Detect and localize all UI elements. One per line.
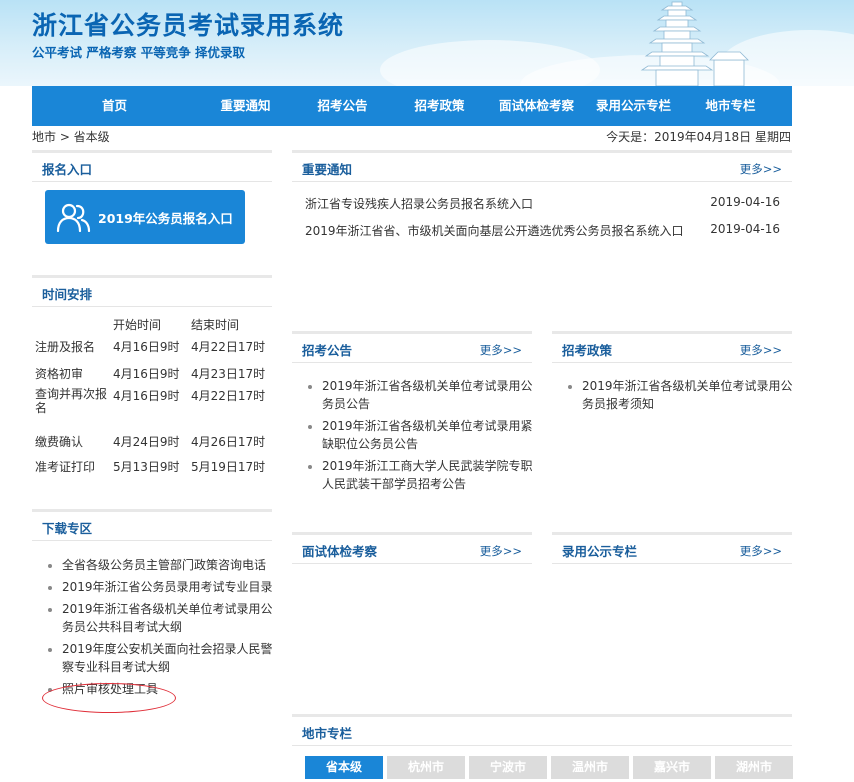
download-link[interactable]: 2019年浙江省各级机关单位考试录用公务员公共科目考试大纲 (62, 600, 276, 636)
panel-title: 面试体检考察 (302, 544, 378, 559)
table-cell: 准考证打印 (35, 460, 96, 474)
nav-publicity[interactable]: 录用公示专栏 (585, 86, 682, 126)
site-slogan: 公平考试 严格考察 平等竞争 择优录取 (32, 45, 246, 60)
tab-ningbo[interactable]: 宁波市 (469, 756, 547, 779)
table-row: 准考证打印 5月13日9时 5月19日17时 (33, 458, 273, 480)
tab-wenzhou[interactable]: 温州市 (551, 756, 629, 779)
more-link[interactable]: 更多>> (480, 342, 522, 358)
users-icon (56, 203, 91, 232)
nav-recruit-notice[interactable]: 招考公告 (294, 86, 391, 126)
list-item[interactable]: 2019年浙江省各级机关单位考试录用紧缺职位公务员公告 (322, 417, 540, 453)
table-header: 结束时间 (191, 318, 240, 332)
tab-huzhou[interactable]: 湖州市 (715, 756, 793, 779)
list-item[interactable]: 2019年浙江省各级机关单位考试录用公务员报考须知 (582, 377, 800, 413)
panel-header: 录用公示专栏 更多>> (552, 535, 792, 564)
panel-header: 招考政策 更多>> (552, 334, 792, 363)
panel-header: 重要通知 更多>> (292, 153, 792, 182)
table-cell: 4月16日9时 (113, 367, 180, 381)
highlight-circle (42, 683, 176, 713)
nav-important-notice[interactable]: 重要通知 (197, 86, 294, 126)
panel-header: 招考公告 更多>> (292, 334, 532, 363)
table-cell: 4月22日17时 (191, 389, 266, 403)
more-link[interactable]: 更多>> (480, 543, 522, 559)
panel-title: 招考公告 (302, 343, 353, 358)
table-cell: 缴费确认 (35, 435, 84, 449)
more-link[interactable]: 更多>> (740, 342, 782, 358)
more-link[interactable]: 更多>> (740, 161, 782, 177)
nav-interview[interactable]: 面试体检考察 (488, 86, 585, 126)
recruit-policy-list: 2019年浙江省各级机关单位考试录用公务员报考须知 (568, 377, 800, 417)
table-cell: 4月26日17时 (191, 435, 266, 449)
panel-title: 重要通知 (302, 162, 353, 177)
notice-date: 2019-04-16 (710, 195, 780, 209)
panel-title: 招考政策 (562, 343, 613, 358)
table-row: 缴费确认 4月24日9时 4月26日17时 (33, 433, 273, 458)
tab-jiaxing[interactable]: 嘉兴市 (633, 756, 711, 779)
panel-title: 时间安排 (42, 287, 93, 302)
list-item[interactable]: 2019年浙江工商大学人民武装学院专职人民武装干部学员招考公告 (322, 457, 540, 493)
table-header: 开始时间 (113, 318, 162, 332)
table-cell: 4月24日9时 (113, 435, 180, 449)
table-header-row: 开始时间 结束时间 (33, 316, 273, 338)
tab-province[interactable]: 省本级 (305, 756, 383, 779)
table-row: 资格初审 4月16日9时 4月23日17时 (33, 365, 273, 387)
table-row: 查询并再次报名 4月16日9时 4月22日17时 (33, 387, 273, 433)
download-link[interactable]: 2019年度公安机关面向社会招录人民警察专业科目考试大纲 (62, 640, 276, 676)
table-cell: 查询并再次报名 (35, 387, 108, 415)
recruit-notice-list: 2019年浙江省各级机关单位考试录用公务员公告 2019年浙江省各级机关单位考试… (308, 377, 540, 497)
notice-date: 2019-04-16 (710, 222, 780, 236)
table-cell: 4月16日9时 (113, 340, 180, 354)
table-cell: 5月13日9时 (113, 460, 180, 474)
publicity-panel: 录用公示专栏 更多>> (552, 532, 792, 705)
table-cell: 4月16日9时 (113, 389, 180, 403)
panel-title: 录用公示专栏 (562, 544, 638, 559)
table-row: 注册及报名 4月16日9时 4月22日17时 (33, 338, 273, 365)
notice-title: 2019年浙江省省、市级机关面向基层公开遴选优秀公务员报名系统入口 (305, 224, 684, 238)
downloads-list: 全省各级公务员主管部门政策咨询电话 2019年浙江省公务员录用考试专业目录 20… (48, 556, 276, 702)
tab-hangzhou[interactable]: 杭州市 (387, 756, 465, 779)
notice-item[interactable]: 浙江省专设残疾人招录公务员报名系统入口 2019-04-16 (305, 195, 780, 212)
download-link[interactable]: 2019年浙江省公务员录用考试专业目录 (62, 578, 276, 596)
panel-title: 下载专区 (42, 521, 93, 536)
table-cell: 资格初审 (35, 367, 84, 381)
site-header: 浙江省公务员考试录用系统 公平考试 严格考察 平等竞争 择优录取 (0, 0, 854, 86)
registration-button-label: 2019年公务员报名入口 (98, 211, 233, 226)
panel-header: 下载专区 (32, 512, 272, 541)
recruit-policy-panel: 招考政策 更多>> (552, 331, 792, 506)
nav-recruit-policy[interactable]: 招考政策 (391, 86, 488, 126)
notice-item[interactable]: 2019年浙江省省、市级机关面向基层公开遴选优秀公务员报名系统入口 2019-0… (305, 222, 780, 239)
city-tabs: 省本级 杭州市 宁波市 温州市 嘉兴市 湖州市 (305, 756, 797, 779)
nav-home[interactable]: 首页 (32, 86, 197, 126)
panel-header: 地市专栏 (292, 717, 792, 746)
panel-title: 报名入口 (42, 162, 93, 177)
main-nav: 首页 重要通知 招考公告 招考政策 面试体检考察 录用公示专栏 地市专栏 (32, 86, 792, 126)
table-cell: 注册及报名 (35, 340, 96, 354)
schedule-table: 开始时间 结束时间 注册及报名 4月16日9时 4月22日17时 资格初审 4月… (33, 316, 273, 480)
pagoda-icon (640, 1, 749, 86)
panel-header: 面试体检考察 更多>> (292, 535, 532, 564)
nav-city[interactable]: 地市专栏 (682, 86, 779, 126)
interview-panel: 面试体检考察 更多>> (292, 532, 532, 705)
site-title: 浙江省公务员考试录用系统 (32, 11, 345, 40)
breadcrumb: 地市 > 省本级 (32, 130, 110, 144)
panel-title: 地市专栏 (302, 726, 353, 741)
notice-title: 浙江省专设残疾人招录公务员报名系统入口 (305, 197, 534, 211)
table-cell: 4月22日17时 (191, 340, 266, 354)
panel-header: 报名入口 (32, 153, 272, 182)
list-item[interactable]: 2019年浙江省各级机关单位考试录用公务员公告 (322, 377, 540, 413)
panel-header: 时间安排 (32, 278, 272, 307)
table-cell: 5月19日17时 (191, 460, 266, 474)
table-header (33, 316, 111, 338)
download-link[interactable]: 全省各级公务员主管部门政策咨询电话 (62, 556, 276, 574)
today-date: 今天是：2019年04月18日 星期四 (606, 130, 791, 144)
registration-button[interactable]: 2019年公务员报名入口 (45, 190, 245, 244)
more-link[interactable]: 更多>> (740, 543, 782, 559)
table-cell: 4月23日17时 (191, 367, 266, 381)
